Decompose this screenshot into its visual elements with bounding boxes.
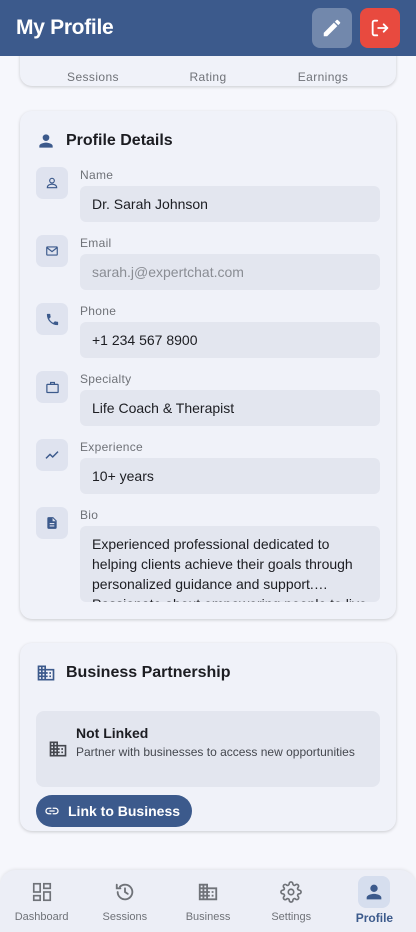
email-icon <box>36 235 68 267</box>
business-outline-icon <box>49 741 67 757</box>
profile-content[interactable]: Sessions Rating Earnings Profile Details… <box>0 56 416 870</box>
business-header: Business Partnership <box>36 663 231 683</box>
bottom-navigation: Dashboard Sessions Business Settings Pro… <box>0 870 416 932</box>
bio-value[interactable]: Experienced professional dedicated to he… <box>80 526 380 602</box>
link-icon <box>45 807 59 815</box>
nav-item-sessions[interactable]: Sessions <box>83 870 166 932</box>
link-status-box: Not Linked Partner with businesses to ac… <box>36 711 380 787</box>
profile-details-header: Profile Details <box>36 131 173 151</box>
email-value[interactable]: sarah.j@expertchat.com <box>80 254 380 290</box>
stats-card: Sessions Rating Earnings <box>20 56 396 86</box>
person-icon <box>39 134 53 148</box>
phone-value[interactable]: +1 234 567 8900 <box>80 322 380 358</box>
history-icon <box>109 876 141 908</box>
profile-details-title: Profile Details <box>66 132 173 149</box>
logout-icon <box>371 19 389 37</box>
business-icon <box>37 665 55 681</box>
nav-label-profile: Profile <box>355 911 394 925</box>
profile-details-card: Profile Details Name Dr. Sarah Johnson E… <box>20 111 396 619</box>
email-label: Email <box>80 236 112 250</box>
business-partnership-card: Business Partnership Not Linked Partner … <box>20 643 396 831</box>
business-nav-icon <box>192 876 224 908</box>
link-to-business-button[interactable]: Link to Business <box>36 795 193 827</box>
specialty-label: Specialty <box>80 372 132 386</box>
briefcase-icon <box>36 371 68 403</box>
document-icon <box>36 507 68 539</box>
person-outline-icon <box>36 167 68 199</box>
nav-label-business: Business <box>185 911 231 923</box>
nav-item-settings[interactable]: Settings <box>250 870 333 932</box>
experience-label: Experience <box>80 440 144 454</box>
phone-icon <box>36 303 68 335</box>
settings-icon <box>275 876 307 908</box>
nav-item-dashboard[interactable]: Dashboard <box>0 870 83 932</box>
trending-up-icon <box>36 439 68 471</box>
bio-label: Bio <box>80 508 99 522</box>
nav-label-dashboard: Dashboard <box>14 911 69 923</box>
business-title: Business Partnership <box>66 664 231 681</box>
stat-label-earnings: Earnings <box>297 70 349 84</box>
phone-label: Phone <box>80 304 117 318</box>
app-bar: My Profile <box>0 0 416 56</box>
logout-button[interactable] <box>360 8 400 48</box>
dashboard-icon <box>26 876 58 908</box>
stat-label-sessions: Sessions <box>67 70 119 84</box>
name-label: Name <box>80 168 114 182</box>
stat-label-rating: Rating <box>189 70 227 84</box>
profile-icon <box>358 876 391 908</box>
link-status-title: Not Linked <box>76 725 149 741</box>
experience-value[interactable]: 10+ years <box>80 458 380 494</box>
nav-item-business[interactable]: Business <box>166 870 249 932</box>
link-to-business-label: Link to Business <box>68 803 181 819</box>
nav-item-profile[interactable]: Profile <box>333 870 416 932</box>
edit-profile-button[interactable] <box>312 8 352 48</box>
appbar-actions <box>312 8 400 48</box>
name-value[interactable]: Dr. Sarah Johnson <box>80 186 380 222</box>
nav-label-settings: Settings <box>271 911 312 923</box>
link-status-subtitle: Partner with businesses to access new op… <box>76 745 355 759</box>
specialty-value[interactable]: Life Coach & Therapist <box>80 390 380 426</box>
page-title: My Profile <box>16 16 114 39</box>
nav-label-sessions: Sessions <box>102 911 148 923</box>
pencil-icon <box>323 19 341 37</box>
